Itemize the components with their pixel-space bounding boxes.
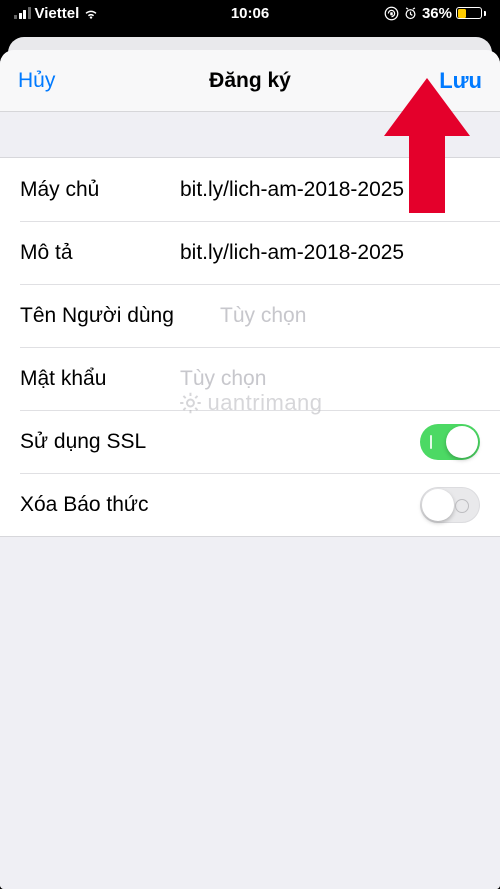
signal-icon [14,7,31,19]
ssl-row: Sử dụng SSL [0,410,500,473]
password-input[interactable] [180,367,480,391]
server-input[interactable] [180,178,480,202]
settings-list: Máy chủ Mô tả Tên Người dùng Mật khẩu Sử… [0,157,500,537]
battery-icon [456,7,486,19]
wifi-icon [83,7,99,19]
username-label: Tên Người dùng [20,304,220,328]
password-label: Mật khẩu [20,367,180,391]
username-input[interactable] [220,304,491,328]
orientation-lock-icon [384,6,399,21]
status-time: 10:06 [231,5,269,22]
alarm-icon [403,6,418,21]
remove-alarm-toggle[interactable] [420,487,480,523]
page-title: Đăng ký [209,69,291,93]
screen: Viettel 10:06 36% Hủy Đăng ký Lưu Máy ch… [0,0,500,889]
carrier-label: Viettel [35,5,80,22]
ssl-label: Sử dụng SSL [20,430,250,454]
description-input[interactable] [180,241,480,265]
status-bar: Viettel 10:06 36% [0,0,500,26]
empty-area [0,569,500,889]
nav-bar: Hủy Đăng ký Lưu [0,50,500,112]
battery-percent: 36% [422,5,452,22]
password-row[interactable]: Mật khẩu [0,347,500,410]
section-gap [0,112,500,157]
username-row[interactable]: Tên Người dùng [0,284,500,347]
remove-alarm-label: Xóa Báo thức [20,493,250,517]
server-label: Máy chủ [20,178,180,202]
status-right: 36% [384,5,486,22]
cancel-button[interactable]: Hủy [18,69,55,93]
status-left: Viettel [14,5,99,22]
server-row[interactable]: Máy chủ [0,158,500,221]
save-button[interactable]: Lưu [439,68,482,94]
description-label: Mô tả [20,241,180,265]
description-row[interactable]: Mô tả [0,221,500,284]
modal-sheet: Hủy Đăng ký Lưu Máy chủ Mô tả Tên Người … [0,50,500,889]
ssl-toggle[interactable] [420,424,480,460]
remove-alarm-row: Xóa Báo thức [0,473,500,536]
